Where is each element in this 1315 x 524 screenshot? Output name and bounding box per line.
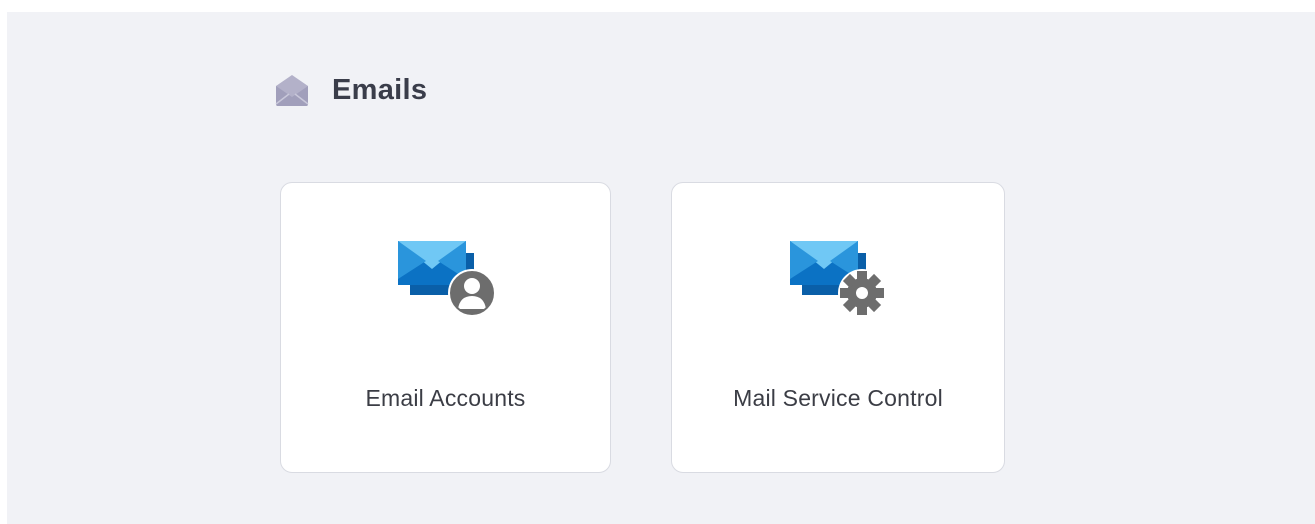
email-accounts-card[interactable]: Email Accounts <box>280 182 611 473</box>
envelope-open-icon <box>274 71 312 109</box>
mail-service-control-card[interactable]: Mail Service Control <box>671 182 1005 473</box>
email-settings-icon <box>788 239 888 321</box>
email-user-icon <box>396 239 496 321</box>
content-panel: Emails Email Accounts Mail Service Contr… <box>7 12 1315 524</box>
email-accounts-label: Email Accounts <box>365 385 526 411</box>
mail-service-control-label: Mail Service Control <box>733 385 943 411</box>
section-title: Emails <box>332 73 428 106</box>
section-header: Emails <box>274 70 427 110</box>
